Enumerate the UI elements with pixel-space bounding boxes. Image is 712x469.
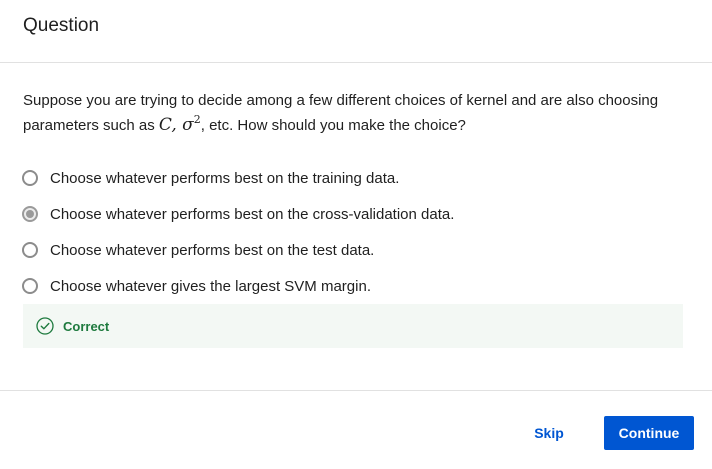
radio-button[interactable] [22, 278, 38, 294]
answer-options: Choose whatever performs best on the tra… [22, 160, 682, 304]
option-label: Choose whatever performs best on the tes… [50, 241, 375, 259]
check-circle-icon [36, 317, 54, 335]
feedback-banner: Correct [23, 304, 683, 348]
skip-button[interactable]: Skip [522, 416, 576, 450]
footer-divider [0, 390, 712, 391]
question-dialog: Question Suppose you are trying to decid… [0, 0, 712, 469]
math-separator: , [171, 115, 183, 135]
radio-button[interactable] [22, 170, 38, 186]
option-label: Choose whatever gives the largest SVM ma… [50, 277, 371, 295]
radio-button[interactable] [22, 242, 38, 258]
dialog-title: Question [23, 15, 100, 36]
math-expression: C, σ2 [158, 113, 201, 135]
option-cross-validation-data[interactable]: Choose whatever performs best on the cro… [22, 196, 682, 232]
option-largest-svm-margin[interactable]: Choose whatever gives the largest SVM ma… [22, 268, 682, 304]
option-test-data[interactable]: Choose whatever performs best on the tes… [22, 232, 682, 268]
radio-button-selected[interactable] [22, 206, 38, 222]
option-training-data[interactable]: Choose whatever performs best on the tra… [22, 160, 682, 196]
math-exponent: 2 [193, 113, 201, 126]
math-c: C [158, 115, 172, 135]
math-sigma: σ [182, 115, 194, 135]
continue-button[interactable]: Continue [604, 416, 694, 450]
dialog-header: Question [0, 0, 712, 63]
option-label: Choose whatever performs best on the cro… [50, 205, 455, 223]
feedback-status: Correct [63, 318, 110, 334]
question-prompt: Suppose you are trying to decide among a… [23, 89, 683, 138]
option-label: Choose whatever performs best on the tra… [50, 169, 400, 187]
question-text-end: , etc. How should you make the choice? [200, 117, 466, 134]
